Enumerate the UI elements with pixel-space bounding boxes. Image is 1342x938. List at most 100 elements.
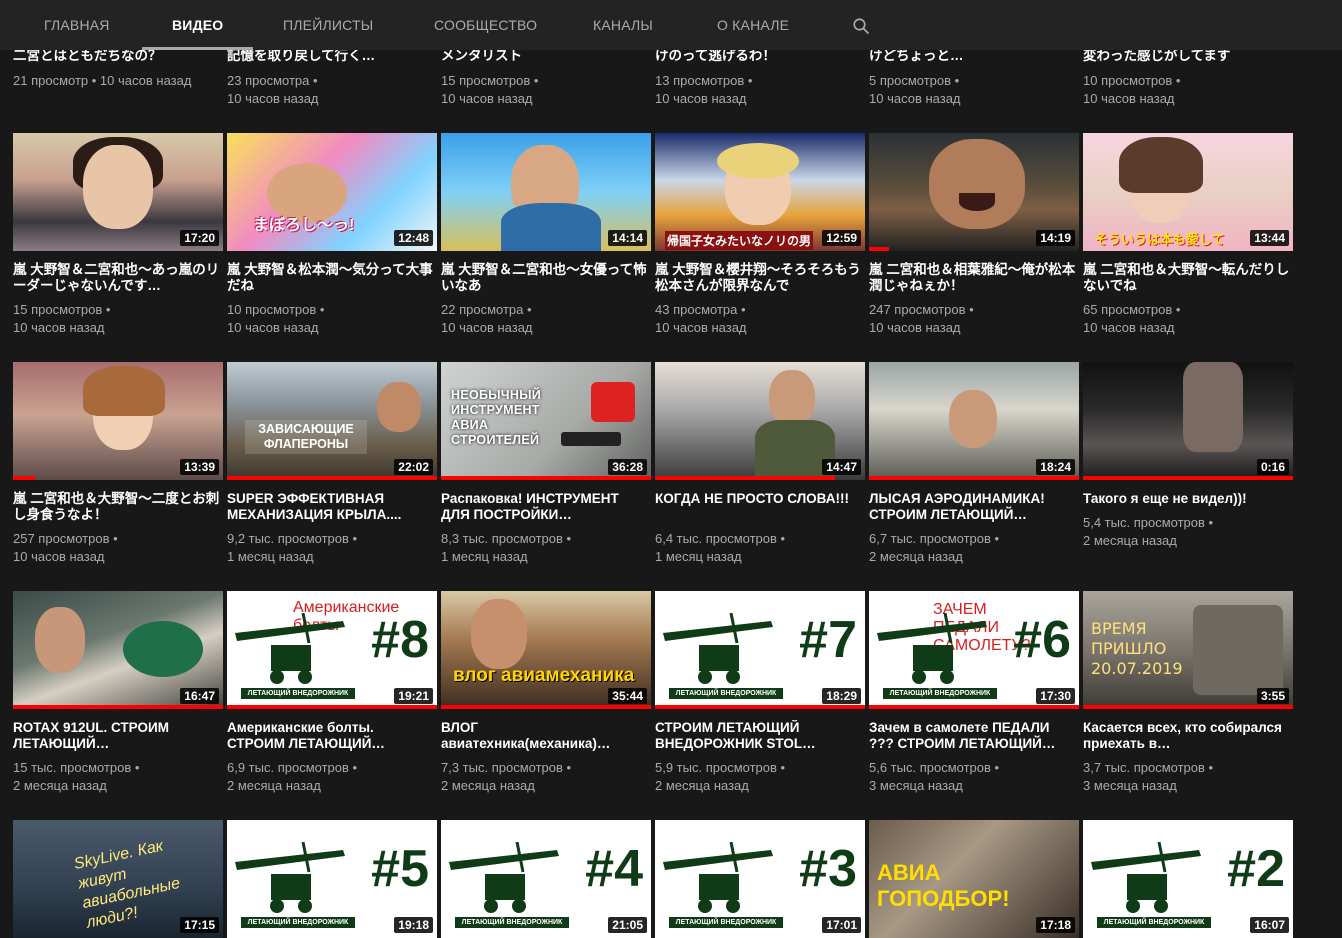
video-title[interactable]: ВЛОГ авиатехника(механика)…	[441, 720, 649, 752]
tab-home[interactable]: ГЛАВНАЯ	[44, 0, 110, 50]
plane-truck-icon	[663, 842, 773, 913]
video-thumbnail[interactable]: 14:19	[869, 133, 1079, 251]
video-title[interactable]: ЛЫСАЯ АЭРОДИНАМИКА! СТРОИМ ЛЕТАЮЩИЙ…	[869, 491, 1077, 523]
video-meta: 21 просмотр 10 часов назад	[13, 72, 223, 90]
video-duration: 18:29	[822, 688, 861, 704]
video-duration: 14:14	[608, 230, 647, 246]
tool-shape	[561, 432, 621, 446]
video-title[interactable]: 二宮とはともだちなの？	[13, 48, 221, 64]
video-title[interactable]: メンタリスト	[441, 48, 649, 64]
video-title[interactable]: ROTAX 912UL. СТРОИМ ЛЕТАЮЩИЙ…	[13, 720, 221, 752]
video-age: 3 месяца назад	[869, 778, 963, 793]
thumbnail-figure	[501, 203, 601, 251]
video-thumbnail[interactable]: влог авиамеханика 35:44	[441, 591, 651, 709]
meta-separator	[991, 531, 999, 546]
video-title[interactable]: 嵐 二宮和也＆相葉雅紀～俺が松本潤じゃねぇか！	[869, 262, 1077, 294]
meta-separator	[1205, 760, 1213, 775]
video-thumbnail[interactable]: Американские болты #8 ЛЕТАЮЩИЙ ВНЕДОРОЖН…	[227, 591, 437, 709]
engine-shape	[123, 621, 203, 677]
video-title[interactable]: КОГДА НЕ ПРОСТО СЛОВА!!!	[655, 491, 863, 507]
video-thumbnail[interactable]: 13:39	[13, 362, 223, 480]
video-thumbnail[interactable]: 18:24	[869, 362, 1079, 480]
video-views: 6,7 тыс. просмотров	[869, 531, 991, 546]
video-title[interactable]: Зачем в самолете ПЕДАЛИ ??? СТРОИМ ЛЕТАЮ…	[869, 720, 1077, 752]
thumbnail-overlay-text: ВРЕМЯ ПРИШЛО 20.07.2019	[1091, 619, 1183, 678]
video-thumbnail[interactable]: 17:20	[13, 133, 223, 251]
channel-tabs-bar: ГЛАВНАЯ ВИДЕО ПЛЕЙЛИСТЫ СООБЩЕСТВО КАНАЛ…	[0, 0, 1342, 50]
video-title[interactable]: Распаковка! ИНСТРУМЕНТ ДЛЯ ПОСТРОЙКИ…	[441, 491, 649, 523]
meta-separator	[1172, 302, 1180, 317]
meta-separator	[777, 760, 785, 775]
video-views: 3,7 тыс. просмотров	[1083, 760, 1205, 775]
video-title[interactable]: 嵐 大野智＆二宮和也～あっ嵐のリーダーじゃないんです…	[13, 262, 221, 294]
video-thumbnail[interactable]: #2 ЛЕТАЮЩИЙ ВНЕДОРОЖНИК 16:07	[1083, 820, 1293, 938]
series-badge: ЛЕТАЮЩИЙ ВНЕДОРОЖНИК	[883, 688, 997, 699]
meta-separator	[1172, 73, 1180, 88]
video-thumbnail[interactable]: 0:16	[1083, 362, 1293, 480]
video-views: 5,6 тыс. просмотров	[869, 760, 991, 775]
thumbnail-figure	[949, 390, 997, 448]
video-thumbnail[interactable]: ЗАВИСАЮЩИЕ ФЛАПЕРОНЫ 22:02	[227, 362, 437, 480]
video-thumbnail[interactable]: 16:47	[13, 591, 223, 709]
video-views: 9,2 тыс. просмотров	[227, 531, 349, 546]
tab-videos[interactable]: ВИДЕО	[141, 0, 254, 50]
video-duration: 16:07	[1250, 917, 1289, 933]
video-meta: 23 просмотра 10 часов назад	[227, 72, 437, 108]
video-duration: 14:19	[1036, 230, 1075, 246]
video-title[interactable]: 嵐 大野智＆櫻井翔～そろそろもう松本さんが限界なんで	[655, 262, 863, 294]
video-thumbnail[interactable]: 14:14	[441, 133, 651, 251]
video-title[interactable]: けのって逃げるわ！	[655, 48, 863, 64]
video-thumbnail[interactable]: ЗАЧЕМ ПЕДАЛИ САМОЛЕТУ? #6 ЛЕТАЮЩИЙ ВНЕДО…	[869, 591, 1079, 709]
video-title[interactable]: 嵐 二宮和也＆大野智～転んだりしないでね	[1083, 262, 1291, 294]
video-duration: 13:44	[1250, 230, 1289, 246]
tab-channels[interactable]: КАНАЛЫ	[593, 0, 653, 50]
video-title[interactable]: Касается всех, кто собирался приехать в…	[1083, 720, 1291, 752]
video-title[interactable]: けどちょっと…	[869, 48, 1077, 64]
video-duration: 21:05	[608, 917, 647, 933]
video-title[interactable]: 嵐 大野智＆二宮和也～女優って怖いなあ	[441, 262, 649, 294]
video-title[interactable]: 嵐 大野智＆松本潤～気分って大事だね	[227, 262, 435, 294]
video-thumbnail[interactable]: #3 ЛЕТАЮЩИЙ ВНЕДОРОЖНИК 17:01	[655, 820, 865, 938]
video-meta: 5 просмотров 10 часов назад	[869, 72, 1079, 108]
video-thumbnail[interactable]: 14:47	[655, 362, 865, 480]
episode-number: #7	[799, 611, 857, 669]
tab-community[interactable]: СООБЩЕСТВО	[434, 0, 537, 50]
thumbnail-overlay-text: АВИА ГОПОДБОР!	[877, 860, 1010, 911]
video-duration: 17:18	[1036, 917, 1075, 933]
tab-about[interactable]: О КАНАЛЕ	[717, 0, 789, 50]
episode-number: #3	[799, 840, 857, 898]
video-meta: 43 просмотра 10 часов назад	[655, 301, 865, 337]
video-thumbnail[interactable]: НЕОБЫЧНЫЙ ИНСТРУМЕНТ АВИА СТРОИТЕЛЕЙ 36:…	[441, 362, 651, 480]
video-title[interactable]: 変わった感じがしてます	[1083, 48, 1291, 64]
tab-playlists[interactable]: ПЛЕЙЛИСТЫ	[283, 0, 373, 50]
video-title[interactable]: SUPER ЭФФЕКТИВНАЯ МЕХАНИЗАЦИЯ КРЫЛА....	[227, 491, 435, 523]
thumbnail-figure	[1183, 362, 1243, 452]
video-thumbnail[interactable]: ВРЕМЯ ПРИШЛО 20.07.2019 3:55	[1083, 591, 1293, 709]
video-age: 10 часов назад	[1083, 320, 1175, 335]
video-views: 10 просмотров	[1083, 73, 1173, 88]
video-title[interactable]: 嵐 二宮和也＆大野智～二度とお刺し身食うなよ！	[13, 491, 221, 523]
video-thumbnail[interactable]: #5 ЛЕТАЮЩИЙ ВНЕДОРОЖНИК 19:18	[227, 820, 437, 938]
video-thumbnail[interactable]: #4 ЛЕТАЮЩИЙ ВНЕДОРОЖНИК 21:05	[441, 820, 651, 938]
meta-separator	[530, 73, 538, 88]
video-duration: 22:02	[394, 459, 433, 475]
video-meta: 10 просмотров 10 часов назад	[227, 301, 437, 337]
video-age: 10 часов назад	[99, 73, 192, 88]
video-meta: 7,3 тыс. просмотров 2 месяца назад	[441, 759, 651, 795]
video-thumbnail[interactable]: 帰国子女みたいなノリの男 12:59	[655, 133, 865, 251]
thumbnail-figure	[377, 382, 421, 432]
video-views: 15 просмотров	[13, 302, 103, 317]
video-thumbnail[interactable]: АВИА ГОПОДБОР! 17:18	[869, 820, 1079, 938]
video-thumbnail[interactable]: SkyLive. Как живут авиабольные люди?! 17…	[13, 820, 223, 938]
meta-separator	[563, 760, 571, 775]
meta-separator	[349, 531, 357, 546]
video-thumbnail[interactable]: #7 ЛЕТАЮЩИЙ ВНЕДОРОЖНИК 18:29	[655, 591, 865, 709]
video-thumbnail[interactable]: そういうは本も愛して 13:44	[1083, 133, 1293, 251]
video-title[interactable]: 記憶を取り戻して行く…	[227, 48, 435, 64]
video-title[interactable]: Такого я еще не видел))!	[1083, 491, 1291, 507]
video-title[interactable]: СТРОИМ ЛЕТАЮЩИЙ ВНЕДОРОЖНИК STOL…	[655, 720, 863, 752]
search-icon[interactable]	[852, 17, 870, 35]
video-title[interactable]: Американские болты. СТРОИМ ЛЕТАЮЩИЙ…	[227, 720, 435, 752]
meta-separator	[737, 302, 745, 317]
video-thumbnail[interactable]: まぼろし〜っ! 12:48	[227, 133, 437, 251]
